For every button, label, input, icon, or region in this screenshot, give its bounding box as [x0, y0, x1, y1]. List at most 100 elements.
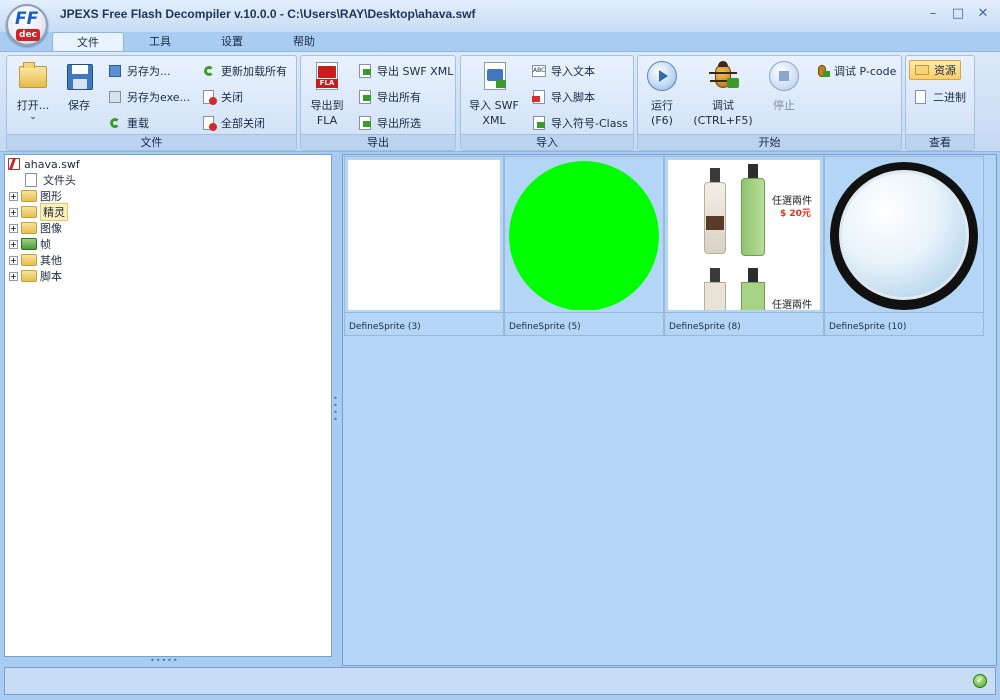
reload-button[interactable]: 重载 [107, 114, 149, 132]
ad-text-line1: 任選兩件 [772, 196, 812, 207]
expand-icon[interactable]: + [9, 255, 18, 265]
window-controls: – □ ✕ [926, 7, 990, 21]
tree-item-label: 其他 [40, 254, 62, 267]
tree-item-shapes[interactable]: + 图形 [9, 188, 62, 204]
save-button[interactable]: 保存 [59, 60, 99, 113]
import-script-icon [531, 89, 547, 105]
import-text-icon: ABC [531, 63, 547, 79]
export-all-button[interactable]: 导出所有 [357, 88, 421, 106]
tab-help[interactable]: 帮助 [268, 32, 340, 52]
tree-item-images[interactable]: + 图像 [9, 220, 62, 236]
view-group: 资源 二进制 查看 [905, 55, 975, 151]
stop-label: 停止 [773, 99, 795, 112]
gallery-item[interactable]: DefineSprite (5) [504, 156, 664, 336]
stop-icon [768, 60, 800, 92]
tree-item-label: 精灵 [40, 203, 68, 221]
debug-pcode-button[interactable]: 调试 P-code [814, 62, 896, 80]
import-text-label: 导入文本 [551, 65, 595, 78]
ad-text-line2: $ 20元 [780, 209, 811, 219]
reload-all-button[interactable]: 更新加载所有 [201, 62, 287, 80]
file-group: 打开... ⌄ 保存 另存为... 另存为exe... 重载 更新加载所有 关闭… [6, 55, 297, 151]
expand-icon[interactable]: + [9, 207, 18, 217]
menu-tabs: 文件 工具 设置 帮助 [52, 32, 340, 52]
export-fla-button[interactable]: FLA 导出到 FLA [305, 60, 349, 128]
run-button[interactable]: 运行 (F6) [642, 60, 682, 128]
debug-button[interactable]: 调试 (CTRL+F5) [690, 60, 756, 128]
window-title: JPEXS Free Flash Decompiler v.10.0.0 - C… [60, 7, 476, 21]
tree-item-label: 帧 [40, 238, 51, 251]
close-file-button[interactable]: 关闭 [201, 88, 243, 106]
import-script-button[interactable]: 导入脚本 [531, 88, 595, 106]
tab-file[interactable]: 文件 [52, 32, 124, 52]
debug-label-2: (CTRL+F5) [693, 114, 753, 127]
product-bottle-image [704, 282, 726, 310]
green-circle-shape [509, 161, 659, 310]
export-xml-icon [357, 63, 373, 79]
maximize-icon[interactable]: □ [951, 7, 965, 21]
expand-icon[interactable]: + [9, 191, 18, 201]
status-bar: ✓ [4, 667, 996, 695]
import-symbol-class-label: 导入符号-Class [551, 117, 628, 130]
import-text-button[interactable]: ABC 导入文本 [531, 62, 595, 80]
tree-item-header[interactable]: 文件头 [25, 172, 76, 188]
fla-badge: FLA [316, 79, 338, 88]
product-bottle-image [741, 178, 765, 256]
horizontal-splitter-handle[interactable]: ••••• [150, 657, 184, 665]
save-as-exe-button[interactable]: 另存为exe... [107, 88, 190, 106]
export-group: FLA 导出到 FLA 导出 SWF XML 导出所有 导出所选 导出 [300, 55, 456, 151]
binary-view-button[interactable]: 二进制 [913, 88, 966, 106]
close-all-button[interactable]: 全部关闭 [201, 114, 265, 132]
gallery-item[interactable]: DefineSprite (3) [344, 156, 504, 336]
expand-icon[interactable]: + [9, 223, 18, 233]
tree-item-label: 图形 [40, 190, 62, 203]
tree-item-other[interactable]: + 其他 [9, 252, 62, 268]
tree-item-scripts[interactable]: + 脚本 [9, 268, 62, 284]
export-swf-xml-button[interactable]: 导出 SWF XML [357, 62, 453, 80]
tree-item-sprites[interactable]: + 精灵 [9, 203, 68, 221]
gallery-caption: DefineSprite (3) [345, 312, 503, 336]
swf-file-icon [7, 157, 21, 171]
minimize-icon[interactable]: – [926, 7, 940, 21]
mirror-glass-shape [839, 170, 969, 300]
vertical-splitter-handle[interactable]: • • • • [333, 395, 338, 425]
tree-item-frames[interactable]: + 帧 [9, 236, 51, 252]
file-header-icon [25, 173, 37, 187]
bug-icon [707, 60, 739, 92]
resources-folder-icon [914, 62, 930, 78]
product-bottle-image [748, 268, 758, 282]
product-bottle-image [710, 168, 720, 182]
export-group-label: 导出 [301, 134, 455, 150]
save-as-button[interactable]: 另存为... [107, 62, 171, 80]
swf-tree[interactable]: ahava.swf 文件头 + 图形 + 精灵 + 图像 + 帧 + 其他 + … [4, 154, 332, 657]
gallery-item[interactable]: DefineSprite (10) [824, 156, 984, 336]
play-icon [646, 60, 678, 92]
open-button[interactable]: 打开... ⌄ [11, 60, 55, 122]
tab-settings[interactable]: 设置 [196, 32, 268, 52]
save-as-exe-icon [107, 89, 123, 105]
resources-view-button[interactable]: 资源 [909, 60, 961, 80]
start-group: 运行 (F6) 调试 (CTRL+F5) 停止 调试 P-code 开始 [637, 55, 902, 151]
run-label-1: 运行 [651, 99, 673, 112]
close-file-icon [201, 89, 217, 105]
export-selected-button[interactable]: 导出所选 [357, 114, 421, 132]
expand-icon[interactable]: + [9, 239, 18, 249]
import-swf-xml-button[interactable]: 导入 SWF XML [464, 60, 524, 128]
save-label: 保存 [68, 99, 90, 112]
tab-tools[interactable]: 工具 [124, 32, 196, 52]
folder-icon [21, 238, 37, 250]
resources-view-label: 资源 [934, 64, 956, 77]
ad-text-repeat: 任選兩件 [772, 300, 812, 310]
import-symbol-class-button[interactable]: 导入符号-Class [531, 114, 628, 132]
expand-icon[interactable]: + [9, 271, 18, 281]
import-xml-icon [478, 60, 510, 92]
open-label: 打开... [16, 99, 50, 112]
reload-label: 重载 [127, 117, 149, 130]
export-swf-xml-label: 导出 SWF XML [377, 65, 454, 78]
gallery-item[interactable]: 任選兩件 $ 20元 任選兩件 DefineSprite (8) [664, 156, 824, 336]
app-logo-icon[interactable]: FF dec [6, 4, 48, 46]
import-swf-xml-label-1: 导入 SWF [469, 99, 519, 112]
close-icon[interactable]: ✕ [976, 7, 990, 21]
export-selected-icon [357, 115, 373, 131]
stop-button[interactable]: 停止 [764, 60, 804, 113]
tree-root[interactable]: ahava.swf [7, 156, 80, 172]
